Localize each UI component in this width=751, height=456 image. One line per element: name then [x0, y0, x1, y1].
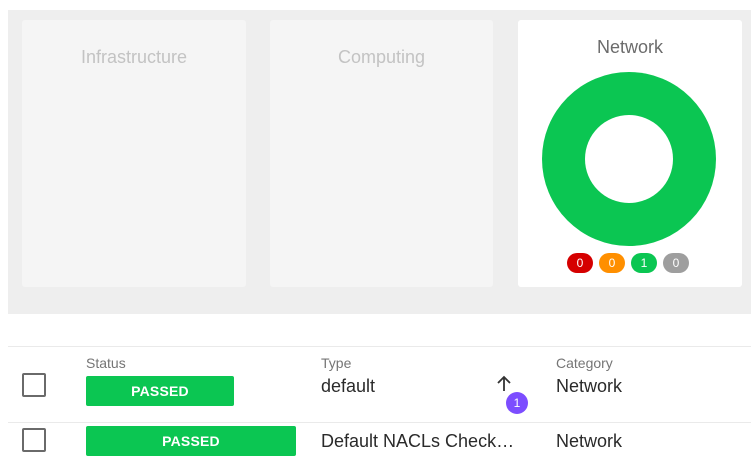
column-header-type: Type [321, 355, 352, 371]
card-computing[interactable]: Computing [270, 20, 493, 287]
category-value: Network [556, 376, 623, 396]
warning-count-badge[interactable]: 0 [599, 253, 625, 273]
network-donut-chart [542, 72, 716, 246]
column-header-status: Status [86, 355, 126, 371]
status-badge: PASSED [86, 376, 234, 406]
card-title-infrastructure: Infrastructure [80, 47, 188, 67]
row-checkbox[interactable] [22, 373, 46, 397]
count-badge: 1 [506, 392, 528, 414]
card-title-network: Network [596, 37, 663, 57]
passed-count-badge[interactable]: 1 [631, 253, 657, 273]
status-badge: PASSED [86, 426, 296, 456]
na-count-badge[interactable]: 0 [663, 253, 689, 273]
column-header-category: Category [556, 355, 613, 371]
donut-hole [585, 115, 673, 203]
network-status-badges: 0 0 1 0 [567, 253, 689, 273]
card-network[interactable]: Network 0 0 1 0 [518, 20, 742, 287]
table-top-divider [8, 346, 751, 347]
type-value: Default NACLs Check… [321, 431, 515, 451]
type-value: default [321, 376, 376, 396]
card-infrastructure[interactable]: Infrastructure [22, 20, 246, 287]
card-title-computing: Computing [337, 47, 426, 67]
arrow-up-icon[interactable] [494, 374, 514, 394]
row-checkbox[interactable] [22, 428, 46, 452]
failed-count-badge[interactable]: 0 [567, 253, 593, 273]
category-value: Network [556, 431, 623, 451]
row-divider [8, 422, 751, 423]
